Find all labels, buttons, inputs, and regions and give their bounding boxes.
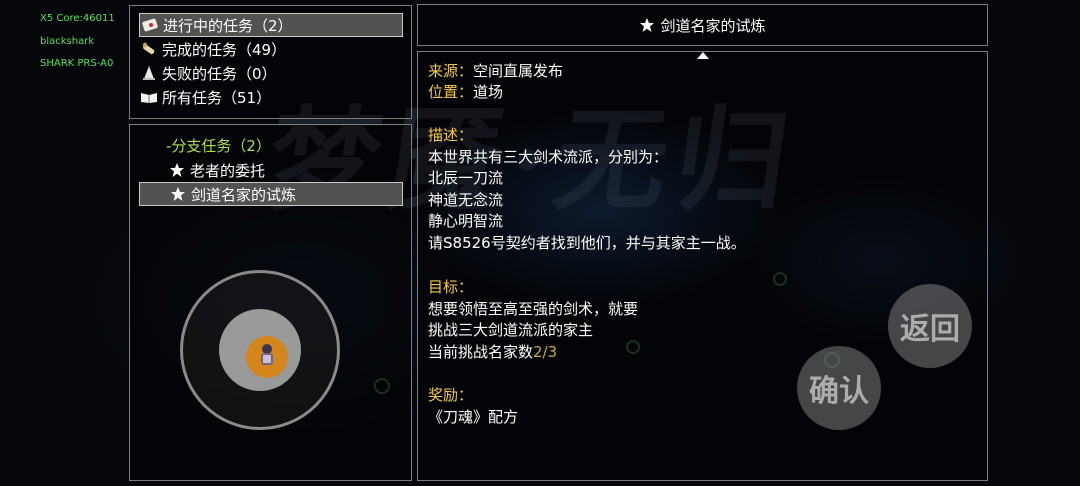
category-in-progress[interactable]: 进行中的任务（2） xyxy=(139,13,403,37)
category-label: 所有任务（51） xyxy=(162,88,272,107)
description-line: 请S8526号契约者找到他们，并与其家主一战。 xyxy=(428,233,746,252)
quest-group-label: -分支任务（2） xyxy=(166,136,271,155)
description-line: 北辰一刀流 xyxy=(428,169,504,187)
quest-item-label: 老者的委托 xyxy=(190,161,266,180)
category-label: 进行中的任务（2） xyxy=(163,16,293,35)
goal-line: 挑战三大剑道流派的家主 xyxy=(428,321,594,339)
quest-detail-panel: 来源：空间直属发布 位置：道场 描述： 本世界共有三大剑术流派，分别为： 北辰一… xyxy=(417,51,988,481)
category-failed[interactable]: 失败的任务（0） xyxy=(139,61,403,85)
quest-location: 位置：道场 xyxy=(428,82,503,104)
virtual-joystick-knob[interactable] xyxy=(246,336,288,378)
rolled-scroll-icon xyxy=(139,41,159,57)
quest-reward: 奖励： 《刀魂》配方 xyxy=(428,385,518,428)
quest-item-label: 剑道名家的试炼 xyxy=(191,185,297,204)
reward-value: 《刀魂》配方 xyxy=(428,407,519,426)
source-value: 空间直属发布 xyxy=(473,62,564,80)
cone-icon xyxy=(139,65,159,81)
category-label: 完成的任务（49） xyxy=(162,40,287,59)
goal-progress-value: 2/3 xyxy=(533,342,558,361)
category-label: 失败的任务（0） xyxy=(162,64,277,83)
location-value: 道场 xyxy=(473,83,504,101)
description-line: 本世界共有三大剑术流派，分别为： xyxy=(428,147,669,166)
description-line: 神道无念流 xyxy=(428,190,504,209)
character-avatar-icon xyxy=(257,342,277,372)
description-label: 描述： xyxy=(428,126,474,144)
goal-progress: 当前挑战名家数2/3 xyxy=(428,342,638,364)
quest-group-branch[interactable]: -分支任务（2） xyxy=(166,133,271,157)
book-icon xyxy=(139,90,159,104)
category-all[interactable]: 所有任务（51） xyxy=(139,85,403,109)
goal-line: 想要领悟至高至强的剑术，就要 xyxy=(428,299,639,318)
quest-scroll-icon xyxy=(140,18,160,32)
device-info-line: SHARK PRS-A0 xyxy=(40,58,114,69)
star-icon xyxy=(167,162,187,178)
category-completed[interactable]: 完成的任务（49） xyxy=(139,37,403,61)
goal-progress-text: 当前挑战名家数 xyxy=(428,342,534,361)
scroll-up-arrow-icon[interactable] xyxy=(697,52,709,59)
device-info-line: X5 Core:46011 xyxy=(40,13,115,24)
quest-goal: 目标： 想要领悟至高至强的剑术，就要 挑战三大剑道流派的家主 当前挑战名家数2/… xyxy=(428,277,638,363)
star-icon xyxy=(168,186,188,202)
confirm-button[interactable]: 确认 xyxy=(797,346,881,430)
quest-item[interactable]: 剑道名家的试炼 xyxy=(139,182,403,206)
quest-description: 描述： 本世界共有三大剑术流派，分别为： 北辰一刀流 神道无念流 静心明智流 请… xyxy=(428,125,746,254)
quest-item[interactable]: 老者的委托 xyxy=(167,158,265,182)
reward-label: 奖励： xyxy=(428,386,474,404)
description-line: 静心明智流 xyxy=(428,212,504,230)
quest-category-panel: 进行中的任务（2） 完成的任务（49） 失败的任务（0） 所有任务（51） xyxy=(129,5,412,119)
source-label: 来源： xyxy=(428,62,474,80)
quest-title-bar: 剑道名家的试炼 xyxy=(417,4,988,46)
star-icon xyxy=(639,17,655,33)
back-button[interactable]: 返回 xyxy=(888,284,972,368)
goal-label: 目标： xyxy=(428,278,474,296)
device-info-line: blackshark xyxy=(40,36,95,47)
location-label: 位置： xyxy=(428,83,474,101)
quest-source: 来源：空间直属发布 xyxy=(428,61,563,83)
quest-title: 剑道名家的试炼 xyxy=(660,16,766,35)
